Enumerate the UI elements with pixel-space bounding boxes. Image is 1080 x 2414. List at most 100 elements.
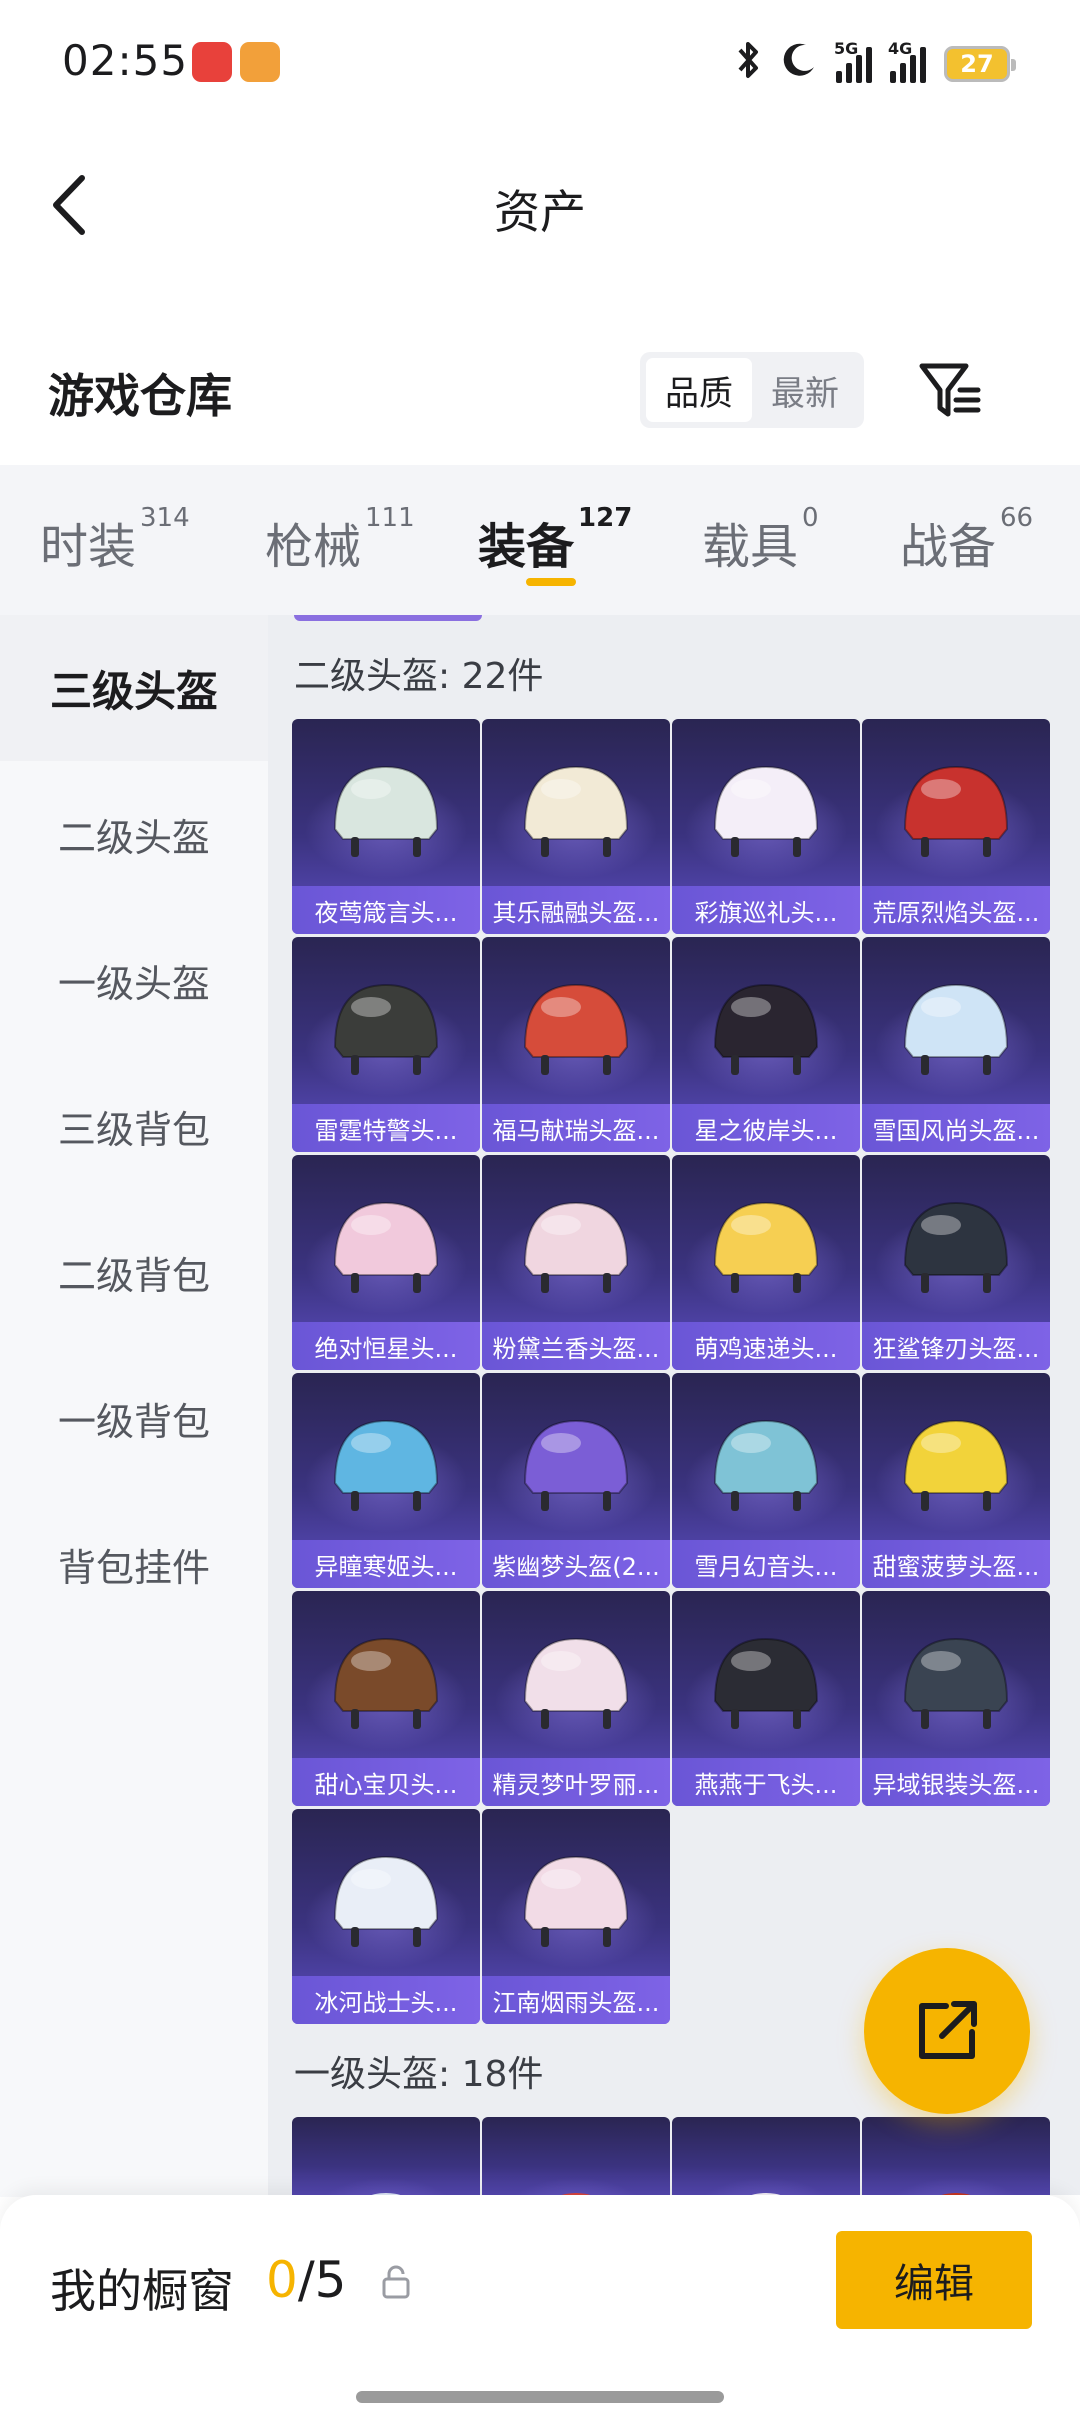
tab-firearms[interactable]: 枪械111 bbox=[265, 503, 415, 577]
item-card[interactable]: 彩旗巡礼头... bbox=[672, 719, 860, 934]
item-card[interactable]: 燕燕于飞头... bbox=[672, 1591, 860, 1806]
helmet-icon bbox=[523, 983, 629, 1075]
item-card[interactable] bbox=[482, 2117, 670, 2195]
helmet-icon bbox=[561, 2193, 591, 2195]
page-title: 资产 bbox=[494, 185, 586, 239]
item-card[interactable]: 星之彼岸头... bbox=[672, 937, 860, 1152]
item-card-label: 紫幽梦头盔(2... bbox=[482, 1540, 670, 1588]
item-card[interactable]: 荒原烈焰头盔... bbox=[862, 719, 1050, 934]
item-card[interactable]: 精灵梦叶罗丽... bbox=[482, 1591, 670, 1806]
notification-app-icon bbox=[192, 42, 232, 82]
item-card[interactable]: 异瞳寒姬头... bbox=[292, 1373, 480, 1588]
item-card[interactable]: 狂鲨锋刃头盔... bbox=[862, 1155, 1050, 1370]
item-card[interactable]: 冰河战士头... bbox=[292, 1809, 480, 2024]
header: 资产 bbox=[0, 150, 1080, 260]
sidebar: 三级头盔 二级头盔 一级头盔 三级背包 二级背包 一级背包 背包挂件 bbox=[0, 615, 268, 2197]
section-title: 游戏仓库 bbox=[48, 369, 232, 423]
helmet-icon bbox=[713, 1637, 819, 1729]
item-card-label: 福马献瑞头盔... bbox=[482, 1104, 670, 1152]
edit-button[interactable]: 编辑 bbox=[836, 2231, 1032, 2329]
item-card[interactable] bbox=[862, 2117, 1050, 2195]
helmet-icon bbox=[713, 983, 819, 1075]
sidebar-item-level2-backpack[interactable]: 二级背包 bbox=[0, 1199, 268, 1345]
item-card[interactable]: 甜蜜菠萝头盔... bbox=[862, 1373, 1050, 1588]
item-card[interactable]: 雪国风尚头盔... bbox=[862, 937, 1050, 1152]
item-card[interactable]: 江南烟雨头盔... bbox=[482, 1809, 670, 2024]
sort-option-quality[interactable]: 品质 bbox=[646, 358, 752, 422]
helmet-icon bbox=[713, 1419, 819, 1511]
item-card[interactable]: 其乐融融头盔... bbox=[482, 719, 670, 934]
tab-combat-gear[interactable]: 战备66 bbox=[900, 503, 1033, 577]
active-tab-indicator bbox=[526, 578, 576, 586]
item-card[interactable] bbox=[672, 2117, 860, 2195]
item-card[interactable]: 甜心宝贝头... bbox=[292, 1591, 480, 1806]
item-card-label: 异瞳寒姬头... bbox=[292, 1540, 480, 1588]
helmet-icon bbox=[371, 2193, 401, 2195]
helmet-icon bbox=[903, 983, 1009, 1075]
helmet-icon bbox=[523, 765, 629, 857]
item-card-label: 燕燕于飞头... bbox=[672, 1758, 860, 1806]
helmet-icon bbox=[333, 1419, 439, 1511]
tab-equipment[interactable]: 装备127 bbox=[478, 503, 632, 577]
filter-button[interactable] bbox=[916, 358, 986, 424]
status-icons: 5G 4G 27 bbox=[734, 39, 1016, 89]
item-card[interactable]: 粉黛兰香头盔... bbox=[482, 1155, 670, 1370]
sidebar-item-level1-backpack[interactable]: 一级背包 bbox=[0, 1345, 268, 1491]
helmet-icon bbox=[523, 1855, 629, 1947]
showcase-label: 我的橱窗 bbox=[50, 2264, 234, 2318]
tab-fashion[interactable]: 时装314 bbox=[40, 503, 190, 577]
item-card-label: 雷霆特警头... bbox=[292, 1104, 480, 1152]
helmet-icon bbox=[941, 2193, 971, 2195]
item-card-label: 荒原烈焰头盔... bbox=[862, 886, 1050, 934]
lock-icon bbox=[380, 2265, 412, 2299]
item-card-label: 狂鲨锋刃头盔... bbox=[862, 1322, 1050, 1370]
helmet-icon bbox=[523, 1419, 629, 1511]
item-card-label: 江南烟雨头盔... bbox=[482, 1976, 670, 2024]
item-card-label: 彩旗巡礼头... bbox=[672, 886, 860, 934]
helmet-icon bbox=[903, 1419, 1009, 1511]
item-card[interactable]: 夜莺箴言头... bbox=[292, 719, 480, 934]
moon-icon bbox=[780, 41, 818, 88]
item-card[interactable]: 福马献瑞头盔... bbox=[482, 937, 670, 1152]
item-card[interactable]: 异域银装头盔... bbox=[862, 1591, 1050, 1806]
status-time: 02:55 bbox=[62, 36, 189, 85]
item-card-label: 雪国风尚头盔... bbox=[862, 1104, 1050, 1152]
item-card-label: 绝对恒星头... bbox=[292, 1322, 480, 1370]
sort-option-newest[interactable]: 最新 bbox=[752, 358, 858, 422]
tab-vehicles[interactable]: 载具0 bbox=[702, 503, 819, 577]
item-card[interactable]: 紫幽梦头盔(2... bbox=[482, 1373, 670, 1588]
helmet-icon bbox=[523, 1637, 629, 1729]
sidebar-filler bbox=[0, 1637, 268, 2197]
item-card-label: 雪月幻音头... bbox=[672, 1540, 860, 1588]
helmet-icon bbox=[903, 765, 1009, 857]
group-title-level1-helmet: 一级头盔: 18件 bbox=[294, 2054, 544, 2095]
bluetooth-icon bbox=[734, 40, 762, 89]
helmet-icon bbox=[713, 765, 819, 857]
helmet-icon bbox=[713, 1201, 819, 1293]
category-tabs: 时装314 枪械111 装备127 载具0 战备66 bbox=[0, 465, 1080, 615]
sidebar-item-level2-helmet[interactable]: 二级头盔 bbox=[0, 761, 268, 907]
sidebar-item-level3-helmet[interactable]: 三级头盔 bbox=[0, 615, 268, 761]
helmet-icon bbox=[333, 1201, 439, 1293]
showcase-count: 0/5 bbox=[266, 2251, 347, 2309]
sort-toggle: 品质 最新 bbox=[640, 352, 864, 428]
item-card[interactable]: 绝对恒星头... bbox=[292, 1155, 480, 1370]
helmet-icon bbox=[333, 765, 439, 857]
battery-indicator: 27 bbox=[944, 46, 1016, 82]
item-card-label: 异域银装头盔... bbox=[862, 1758, 1050, 1806]
share-button[interactable] bbox=[864, 1948, 1030, 2114]
item-card-label: 甜蜜菠萝头盔... bbox=[862, 1540, 1050, 1588]
item-card-label: 粉黛兰香头盔... bbox=[482, 1322, 670, 1370]
item-card-label: 其乐融融头盔... bbox=[482, 886, 670, 934]
status-bar: 02:55 5G 4G 27 bbox=[0, 0, 1080, 130]
sidebar-item-level1-helmet[interactable]: 一级头盔 bbox=[0, 907, 268, 1053]
item-card[interactable]: 雪月幻音头... bbox=[672, 1373, 860, 1588]
sidebar-item-level3-backpack[interactable]: 三级背包 bbox=[0, 1053, 268, 1199]
item-card[interactable]: 雷霆特警头... bbox=[292, 937, 480, 1152]
sidebar-item-backpack-charm[interactable]: 背包挂件 bbox=[0, 1491, 268, 1637]
group-title-level2-helmet: 二级头盔: 22件 bbox=[294, 656, 544, 697]
item-card[interactable]: 萌鸡速递头... bbox=[672, 1155, 860, 1370]
helmet-icon bbox=[333, 1637, 439, 1729]
share-external-icon bbox=[919, 2001, 977, 2059]
item-card[interactable] bbox=[292, 2117, 480, 2195]
